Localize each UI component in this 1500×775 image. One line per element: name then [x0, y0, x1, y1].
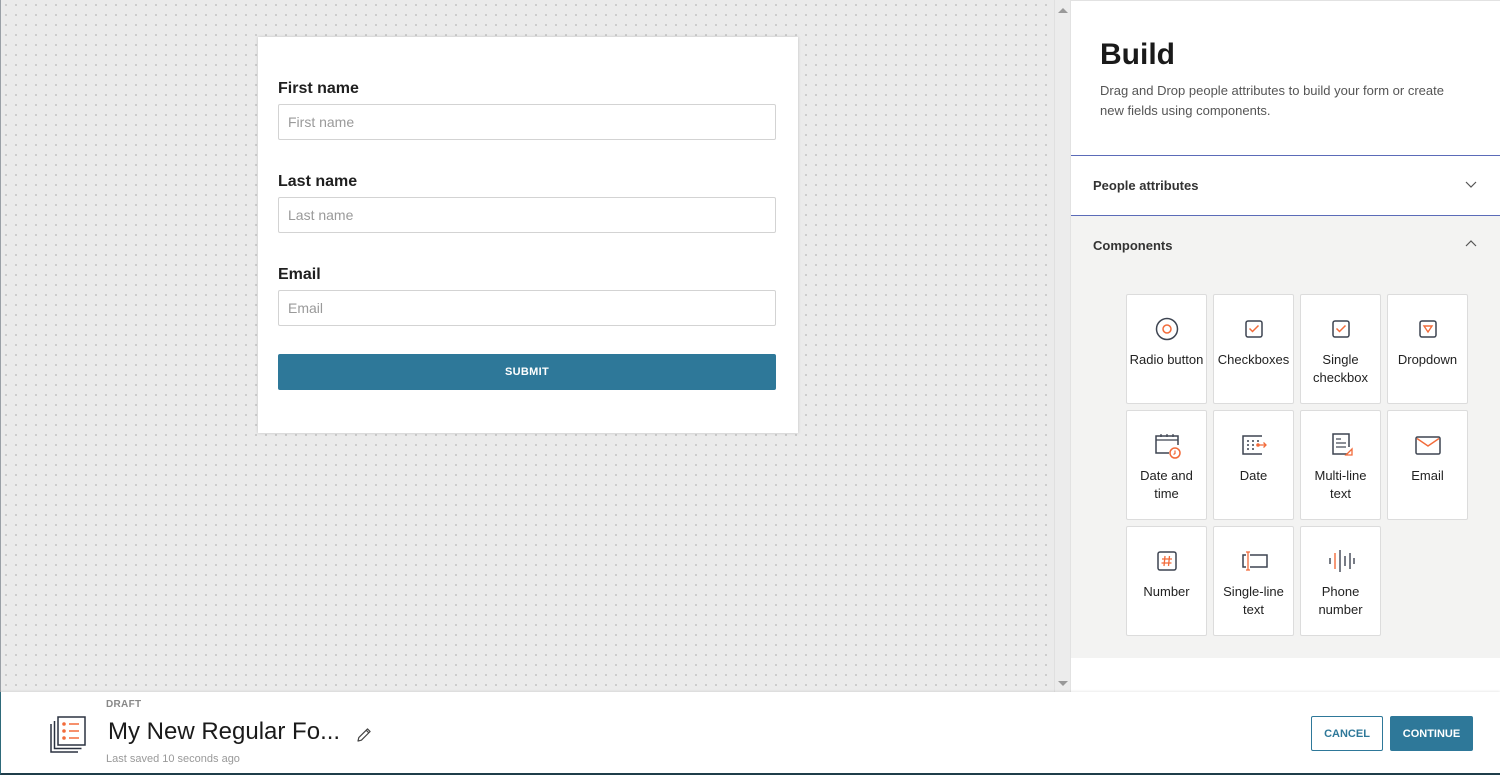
accordion-components: Components Radio button Checkboxes Singl… — [1071, 216, 1500, 658]
canvas-scrollbar[interactable] — [1054, 0, 1070, 692]
field-label: First name — [278, 80, 359, 97]
email-input[interactable] — [278, 290, 776, 326]
footer-bar: DRAFT My New Regular Fo... Last saved 10… — [0, 692, 1500, 775]
field-first-name[interactable]: First name — [278, 37, 778, 140]
component-label: Phone number — [1318, 584, 1363, 617]
field-label: Last name — [278, 173, 358, 190]
component-date[interactable]: Date — [1213, 410, 1294, 520]
last-saved-text: Last saved 10 seconds ago — [106, 753, 240, 765]
chevron-down-icon[interactable] — [1465, 178, 1477, 190]
form-builder-app: First name Last name Email SUBMIT Build … — [0, 0, 1500, 775]
accordion-label: People attributes — [1093, 178, 1199, 193]
component-label: Single-line text — [1223, 584, 1284, 617]
single-checkbox-icon — [1331, 320, 1350, 338]
component-label: Date — [1239, 468, 1268, 483]
accordion-people-attributes: People attributes — [1071, 155, 1500, 216]
component-label: Single checkbox — [1313, 352, 1368, 385]
field-last-name[interactable]: Last name — [278, 140, 778, 233]
components-grid: Radio button Checkboxes Single checkbox … — [1126, 294, 1468, 636]
form-canvas[interactable]: First name Last name Email SUBMIT — [0, 0, 1070, 692]
component-label: Radio button — [1129, 352, 1204, 367]
component-label: Date and time — [1140, 468, 1193, 501]
component-radio-button[interactable]: Radio button — [1126, 294, 1207, 404]
form-title: My New Regular Fo... — [108, 718, 341, 745]
phone-number-icon — [1328, 550, 1355, 572]
multi-line-text-icon — [1331, 433, 1353, 456]
form-preview-card[interactable]: First name Last name Email SUBMIT — [258, 37, 798, 433]
radio-button-icon — [1155, 317, 1178, 341]
checkboxes-icon — [1244, 320, 1263, 338]
form-document-icon — [50, 716, 86, 753]
panel-title: Build — [1100, 38, 1175, 71]
number-icon — [1156, 551, 1177, 571]
status-badge: DRAFT — [106, 699, 142, 710]
component-label: Number — [1143, 584, 1190, 599]
accordion-label: Components — [1093, 238, 1173, 253]
component-multi-line-text[interactable]: Multi-line text — [1300, 410, 1381, 520]
component-number[interactable]: Number — [1126, 526, 1207, 636]
field-email[interactable]: Email — [278, 233, 778, 326]
date-icon — [1241, 435, 1267, 455]
component-single-checkbox[interactable]: Single checkbox — [1300, 294, 1381, 404]
email-icon — [1414, 436, 1441, 455]
last-name-input[interactable] — [278, 197, 776, 233]
component-label: Multi-line text — [1314, 468, 1367, 501]
component-label: Checkboxes — [1217, 352, 1290, 367]
panel-description: Drag and Drop people attributes to build… — [1100, 83, 1444, 118]
first-name-input[interactable] — [278, 104, 776, 140]
component-date-and-time[interactable]: Date and time — [1126, 410, 1207, 520]
scroll-up-arrow-icon[interactable] — [1058, 8, 1068, 13]
component-checkboxes[interactable]: Checkboxes — [1213, 294, 1294, 404]
component-single-line-text[interactable]: Single-line text — [1213, 526, 1294, 636]
chevron-up-icon[interactable] — [1465, 238, 1477, 250]
build-panel: Build Drag and Drop people attributes to… — [1070, 0, 1500, 692]
field-label: Email — [278, 266, 321, 283]
people-attributes-header[interactable]: People attributes — [1071, 156, 1500, 214]
single-line-text-icon — [1241, 551, 1268, 571]
scroll-down-arrow-icon[interactable] — [1058, 681, 1068, 686]
component-dropdown[interactable]: Dropdown — [1387, 294, 1468, 404]
pencil-edit-icon[interactable] — [355, 726, 373, 744]
component-phone-number[interactable]: Phone number — [1300, 526, 1381, 636]
dropdown-icon — [1418, 320, 1437, 338]
date-time-icon — [1154, 434, 1181, 459]
continue-button[interactable]: CONTINUE — [1390, 716, 1473, 751]
submit-button[interactable]: SUBMIT — [278, 354, 776, 390]
cancel-button[interactable]: CANCEL — [1311, 716, 1383, 751]
component-label: Dropdown — [1397, 352, 1458, 367]
components-header[interactable]: Components — [1071, 216, 1500, 274]
component-email[interactable]: Email — [1387, 410, 1468, 520]
component-label: Email — [1411, 468, 1444, 483]
